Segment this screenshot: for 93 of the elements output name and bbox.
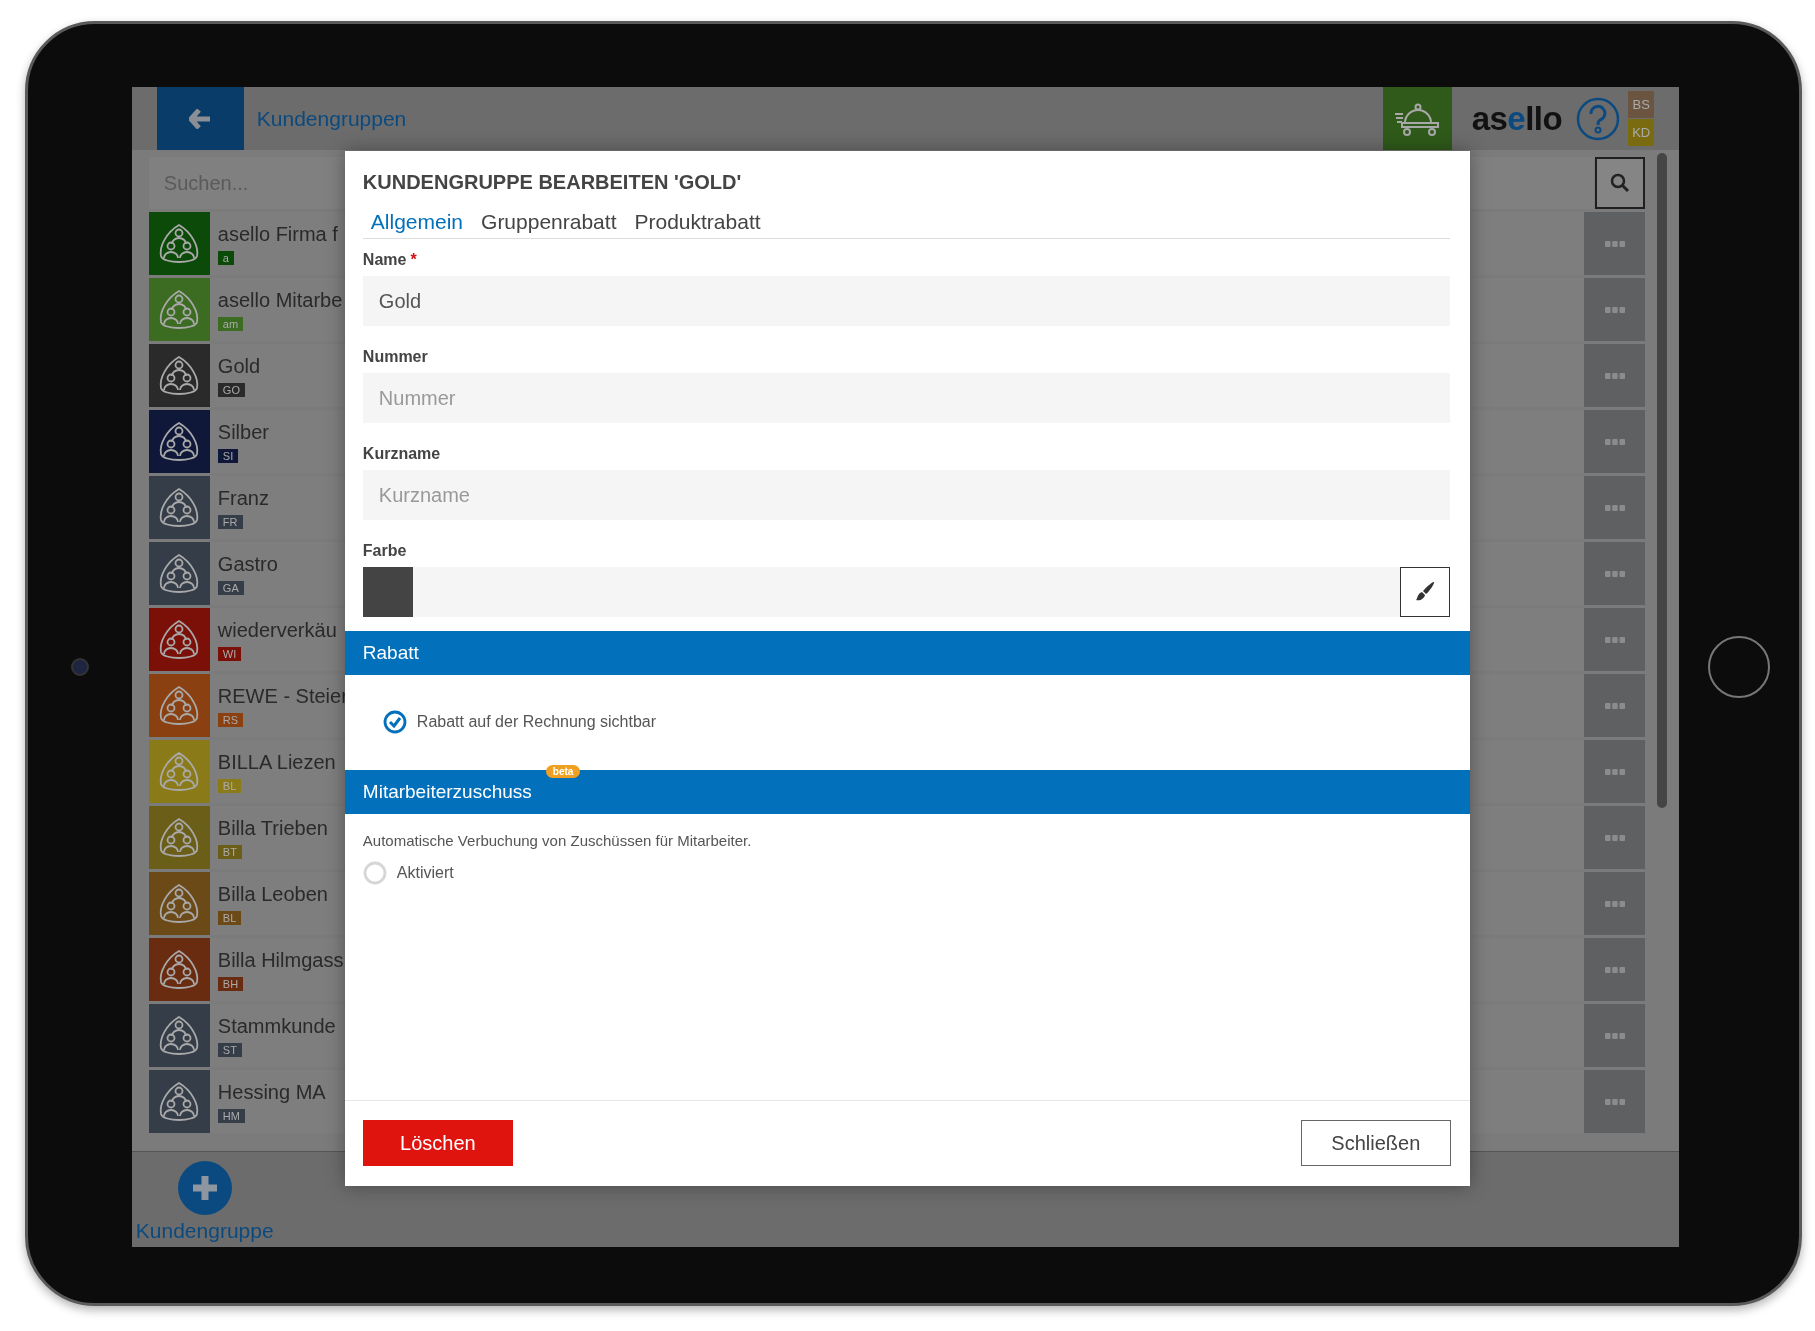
text-field[interactable]: Nummer [362, 373, 1450, 423]
dots-icon [1604, 306, 1625, 313]
group-code-tag: BL [217, 910, 242, 925]
field-label: Nummer [362, 348, 428, 366]
group-name: Billa Hilmgass [217, 948, 344, 972]
dots-icon [1604, 768, 1625, 775]
more-button[interactable] [1584, 410, 1646, 473]
group-code-tag: BH [217, 976, 244, 991]
more-button[interactable] [1584, 740, 1646, 803]
group-name: Gold [217, 354, 261, 378]
group-code-tag: WI [217, 646, 242, 661]
back-button[interactable] [156, 87, 244, 150]
group-code-tag: GO [217, 382, 245, 397]
group-code-tag: RS [217, 712, 244, 727]
plus-circle-icon [177, 1161, 232, 1215]
more-button[interactable] [1584, 872, 1646, 935]
scrollbar[interactable] [1657, 153, 1668, 808]
color-field[interactable] [362, 567, 1450, 617]
required-mark: * [410, 251, 417, 269]
dots-icon [1604, 1098, 1625, 1105]
checkbox[interactable] [382, 710, 407, 734]
section-title: Rabatt [362, 642, 419, 664]
group-code-tag: SI [217, 448, 239, 463]
help-icon[interactable] [1576, 96, 1621, 141]
delivery-button[interactable] [1382, 87, 1452, 150]
group-name: BILLA Liezen [217, 750, 336, 774]
group-name: REWE - Steier [217, 684, 348, 708]
group-name: Gastro [217, 552, 278, 576]
back-arrow-icon [189, 108, 212, 129]
dots-icon [1604, 636, 1625, 643]
dots-icon [1604, 570, 1625, 577]
camera-dot [70, 658, 89, 676]
group-code-tag: a [217, 250, 234, 265]
dots-icon [1604, 834, 1625, 841]
dots-icon [1604, 438, 1625, 445]
serving-cart-icon [1394, 101, 1441, 136]
group-name: Stammkunde [217, 1014, 336, 1038]
dialog-title: KUNDENGRUPPE BEARBEITEN 'GOLD' [362, 171, 743, 194]
more-button[interactable] [1584, 608, 1646, 671]
group-name: asello Mitarbe [217, 288, 343, 312]
group-code-tag: FR [217, 514, 243, 529]
app-logo: asello [1471, 99, 1563, 138]
page-title: Kundengruppen [256, 106, 407, 131]
dots-icon [1604, 702, 1625, 709]
more-button[interactable] [1584, 476, 1646, 539]
dots-icon [1604, 504, 1625, 511]
group-name: Franz [217, 486, 269, 510]
group-code-tag: GA [217, 580, 244, 595]
dots-icon [1604, 900, 1625, 907]
more-button[interactable] [1584, 344, 1646, 407]
group-code-tag: am [217, 316, 244, 331]
radio-button[interactable] [362, 861, 387, 885]
section-description: Automatische Verbuchung von Zuschüssen für Mitarbeiter. [362, 832, 753, 849]
option-label: Rabatt auf der Rechnung sichtbar [416, 713, 657, 731]
group-name: asello Firma f [217, 222, 338, 246]
home-button[interactable] [1708, 636, 1771, 698]
user-badge[interactable]: BS [1628, 91, 1655, 118]
option-label: Aktiviert [396, 864, 454, 882]
group-name: Billa Trieben [217, 816, 328, 840]
group-code-tag: BT [217, 844, 242, 859]
field-label: Farbe [362, 542, 407, 560]
group-name: wiederverkäu [217, 618, 337, 642]
more-button[interactable] [1584, 1070, 1646, 1133]
color-picker-button[interactable] [1399, 567, 1450, 617]
search-icon [1610, 173, 1631, 193]
group-name: Billa Leoben [217, 882, 328, 906]
group-name: Hessing MA [217, 1080, 326, 1104]
delete-button[interactable]: Löschen [362, 1120, 513, 1166]
more-button[interactable] [1584, 542, 1646, 605]
tab[interactable]: Allgemein [362, 210, 472, 234]
more-button[interactable] [1584, 806, 1646, 869]
more-button[interactable] [1584, 938, 1646, 1001]
group-code-tag: ST [217, 1042, 242, 1057]
tab[interactable]: Gruppenrabatt [473, 210, 625, 234]
group-code-tag: HM [217, 1108, 245, 1123]
group-code-tag: BL [217, 778, 242, 793]
text-field[interactable]: Gold [362, 276, 1450, 326]
close-button[interactable]: Schließen [1300, 1120, 1451, 1166]
search-button[interactable] [1595, 157, 1646, 209]
dots-icon [1604, 240, 1625, 247]
dots-icon [1604, 372, 1625, 379]
dots-icon [1604, 1032, 1625, 1039]
text-field[interactable]: Kurzname [362, 470, 1450, 520]
more-button[interactable] [1584, 278, 1646, 341]
dots-icon [1604, 966, 1625, 973]
more-button[interactable] [1584, 674, 1646, 737]
group-name: Silber [217, 420, 269, 444]
beta-badge: beta [545, 765, 581, 778]
field-label: Name [362, 251, 407, 269]
tab[interactable]: Produktrabatt [626, 210, 769, 234]
section-title: Mitarbeiterzuschuss [362, 781, 532, 803]
field-label: Kurzname [362, 445, 441, 463]
more-button[interactable] [1584, 1004, 1646, 1067]
